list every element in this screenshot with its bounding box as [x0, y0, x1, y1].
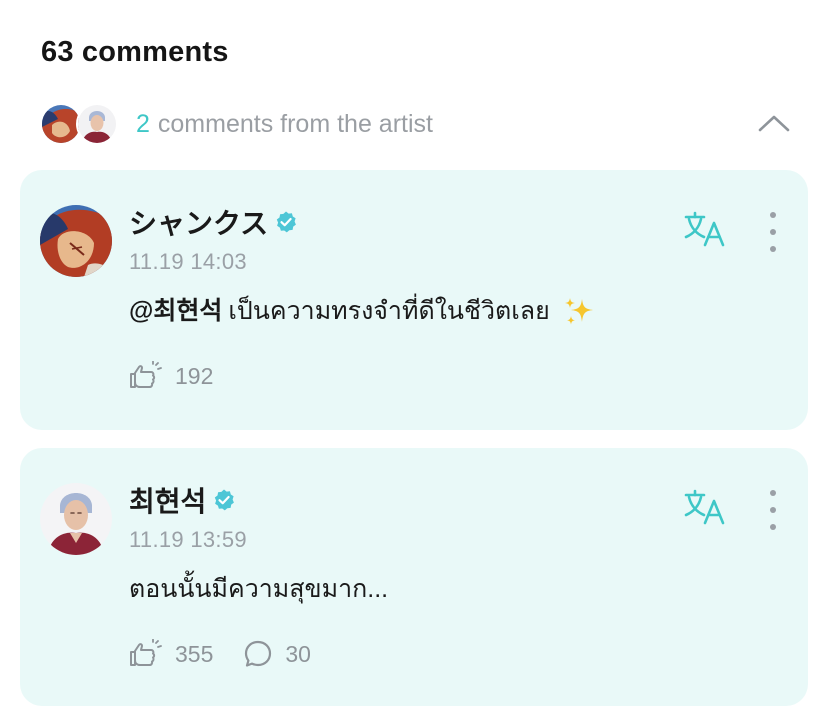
- comment-timestamp: 11.19 13:59: [129, 527, 247, 552]
- artist-comment-card: 최현석 11.19 13:59 ตอนนั้นมีความสุขมาก... 3…: [20, 448, 808, 706]
- comment-actions: 192: [129, 358, 243, 394]
- chevron-up-icon: [758, 115, 790, 132]
- more-dot: [770, 229, 776, 235]
- more-dot: [770, 524, 776, 530]
- comment-bubble-icon: [245, 640, 272, 667]
- translate-button[interactable]: [683, 488, 727, 526]
- artist-avatar-choi-mini: [76, 103, 118, 145]
- like-count: 192: [175, 362, 214, 389]
- artist-comments-text: comments from the artist: [157, 110, 433, 138]
- more-options-button[interactable]: [758, 490, 788, 530]
- avatar[interactable]: [40, 205, 112, 277]
- comment-text: @최현석 เป็นความทรงจำที่ดีในชีวิตเลย: [129, 291, 596, 331]
- translate-button[interactable]: [683, 210, 727, 248]
- more-dot: [770, 246, 776, 252]
- verified-badge-icon: [276, 211, 297, 233]
- mention-link[interactable]: @최현석: [129, 297, 222, 325]
- sparkles-emoji-icon: [564, 298, 593, 325]
- more-vertical-icon: [770, 490, 776, 496]
- author-name[interactable]: シャンクス: [129, 202, 268, 242]
- artist-comments-summary[interactable]: 2 comments from the artist: [40, 100, 800, 150]
- cheer-icon: [130, 639, 162, 666]
- comments-count-title: 63 comments: [41, 36, 229, 68]
- like-button[interactable]: 355: [129, 639, 213, 669]
- more-dot: [770, 507, 776, 513]
- like-count: 355: [175, 640, 214, 667]
- more-vertical-icon: [770, 212, 776, 218]
- artist-comments-label: 2 comments from the artist: [136, 110, 433, 139]
- reply-button[interactable]: 30: [243, 639, 311, 669]
- cheer-icon: [130, 361, 162, 388]
- translate-icon: [684, 211, 725, 247]
- author-name[interactable]: 최현석: [129, 480, 206, 520]
- comment-actions: 355 30: [129, 636, 341, 672]
- artist-comment-card: シャンクス 11.19 14:03 @최현석 เป็นความทรงจำที่ดี…: [20, 170, 808, 430]
- more-options-button[interactable]: [758, 212, 788, 252]
- artist-comments-count: 2: [136, 110, 150, 138]
- like-button[interactable]: 192: [129, 361, 213, 391]
- comment-body: ตอนนั้นมีความสุขมาก...: [129, 575, 389, 603]
- reply-count: 30: [285, 640, 311, 667]
- comment-timestamp: 11.19 14:03: [129, 249, 247, 274]
- collapse-button[interactable]: [752, 106, 796, 140]
- avatar[interactable]: [40, 483, 112, 555]
- author-line: 최현석: [129, 482, 236, 518]
- comment-body: เป็นความทรงจำที่ดีในชีวิตเลย: [228, 297, 550, 325]
- translate-icon: [684, 489, 725, 525]
- author-line: シャンクス: [129, 204, 298, 240]
- verified-badge-icon: [215, 489, 235, 511]
